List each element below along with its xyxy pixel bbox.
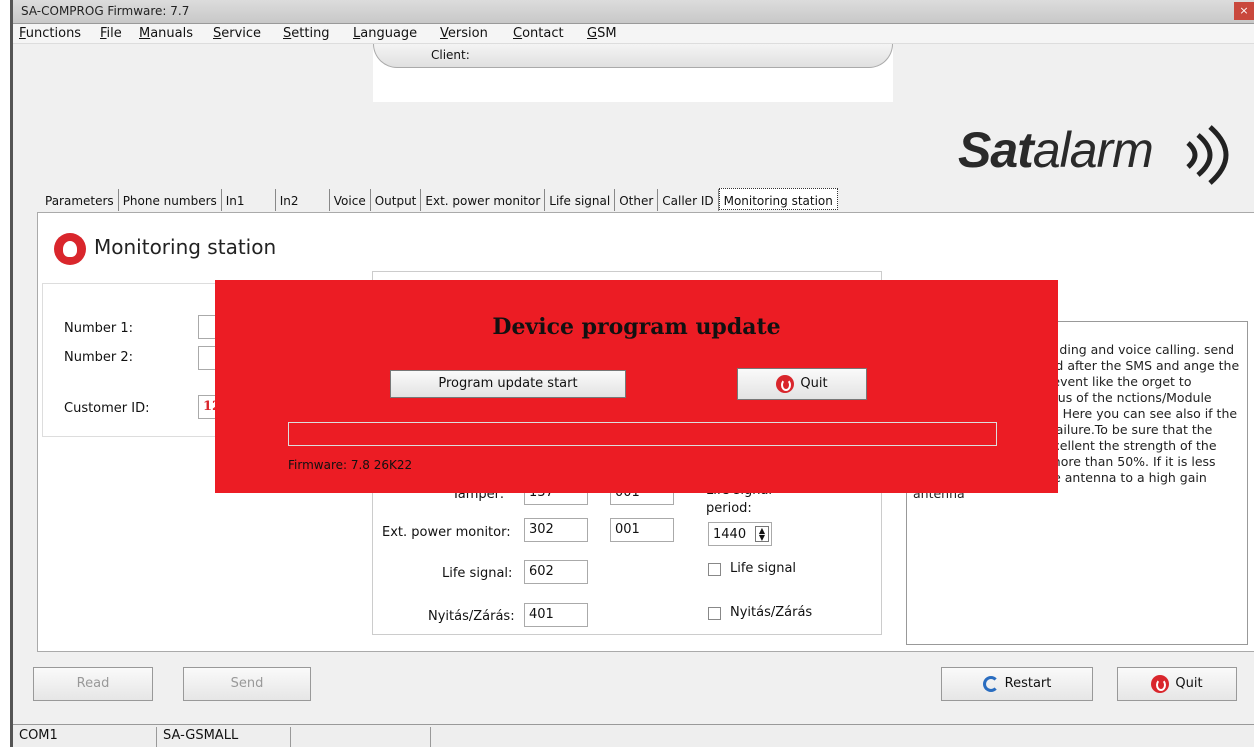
power-icon bbox=[1151, 674, 1170, 693]
ext-power-label: Ext. power monitor: bbox=[382, 525, 511, 540]
menu-manuals[interactable]: Manuals bbox=[139, 26, 193, 41]
nyitas-code-input[interactable]: 401 bbox=[524, 603, 588, 627]
ext-power-code-input[interactable]: 302 bbox=[524, 518, 588, 542]
spinner-arrows-icon[interactable]: ▲ ▼ bbox=[755, 526, 769, 542]
tab-output[interactable]: Output bbox=[371, 189, 422, 211]
restart-button[interactable]: Restart bbox=[941, 667, 1093, 701]
menu-service[interactable]: Service bbox=[213, 26, 261, 41]
dialog-title: Device program update bbox=[492, 314, 781, 340]
quit-label: Quit bbox=[1175, 676, 1203, 691]
life-period-label-2: period: bbox=[706, 501, 752, 516]
customer-id-label: Customer ID: bbox=[64, 401, 150, 416]
dialog-quit-button[interactable]: Quit bbox=[737, 368, 867, 400]
life-signal-checkbox[interactable] bbox=[708, 563, 721, 576]
client-label: Client: bbox=[431, 48, 470, 62]
tab-life-signal[interactable]: Life signal bbox=[545, 189, 616, 211]
menu-language[interactable]: Language bbox=[353, 26, 417, 41]
status-device: SA-GSMALL bbox=[157, 727, 291, 747]
restart-icon bbox=[982, 675, 999, 692]
tab-monitoring-station[interactable]: Monitoring station bbox=[718, 188, 838, 210]
menu-gsm[interactable]: GSM bbox=[587, 26, 617, 41]
tab-ext-power-monitor[interactable]: Ext. power monitor bbox=[421, 189, 546, 211]
life-signal-checkbox-label: Life signal bbox=[730, 561, 797, 576]
status-empty-1 bbox=[291, 727, 431, 747]
status-port: COM1 bbox=[13, 727, 157, 747]
menu-version[interactable]: Version bbox=[440, 26, 488, 41]
read-button[interactable]: Read bbox=[33, 667, 153, 701]
tab-parameters[interactable]: Parameters bbox=[41, 189, 119, 211]
number2-label: Number 2: bbox=[64, 350, 134, 365]
satalarm-logo: Satalarm bbox=[958, 115, 1254, 185]
restart-label: Restart bbox=[1004, 676, 1052, 691]
send-button[interactable]: Send bbox=[183, 667, 311, 701]
program-update-dialog: Device program update Program update sta… bbox=[215, 280, 1058, 493]
program-update-start-button[interactable]: Program update start bbox=[390, 370, 626, 398]
title-bar: SA-COMPROG Firmware: 7.7 × bbox=[13, 0, 1254, 24]
life-period-value: 1440 bbox=[713, 527, 747, 542]
nyitas-label: Nyitás/Zárás: bbox=[428, 609, 515, 624]
life-period-spinner[interactable]: 1440 ▲ ▼ bbox=[708, 522, 772, 546]
window-title: SA-COMPROG Firmware: 7.7 bbox=[21, 4, 190, 18]
dialog-quit-label: Quit bbox=[800, 376, 828, 391]
tab-in1[interactable]: In1 bbox=[222, 189, 276, 211]
tab-phone-numbers[interactable]: Phone numbers bbox=[119, 189, 222, 211]
menu-file[interactable]: File bbox=[100, 26, 122, 41]
close-button[interactable]: × bbox=[1234, 2, 1254, 20]
monitoring-station-icon bbox=[54, 233, 86, 265]
signal-waves-icon bbox=[1186, 125, 1229, 185]
quit-button[interactable]: Quit bbox=[1117, 667, 1237, 701]
tab-in2[interactable]: In2 bbox=[276, 189, 330, 211]
menu-functions[interactable]: Functions bbox=[19, 26, 81, 41]
update-progress-bar bbox=[288, 422, 997, 446]
life-signal-code-input[interactable]: 602 bbox=[524, 560, 588, 584]
power-icon bbox=[776, 374, 795, 393]
nyitas-checkbox-label: Nyitás/Zárás bbox=[730, 605, 813, 620]
ext-power-code2-input[interactable]: 001 bbox=[610, 518, 674, 542]
life-signal-label: Life signal: bbox=[442, 566, 513, 581]
tab-voice[interactable]: Voice bbox=[330, 189, 371, 211]
menu-contact[interactable]: Contact bbox=[513, 26, 564, 41]
status-bar: COM1 SA-GSMALL bbox=[13, 724, 1254, 747]
tab-bar: Parameters Phone numbers In1 In2 Voice Output… bbox=[41, 188, 838, 212]
tab-other[interactable]: Other bbox=[615, 189, 659, 211]
firmware-version: Firmware: 7.8 26K22 bbox=[288, 458, 413, 472]
tab-caller-id[interactable]: Caller ID bbox=[658, 189, 719, 211]
menu-bar: Functions File Manuals Service Setting L… bbox=[13, 24, 1254, 44]
number1-label: Number 1: bbox=[64, 321, 134, 336]
menu-setting[interactable]: Setting bbox=[283, 26, 330, 41]
nyitas-checkbox[interactable] bbox=[708, 607, 721, 620]
panel-title: Monitoring station bbox=[94, 235, 277, 259]
